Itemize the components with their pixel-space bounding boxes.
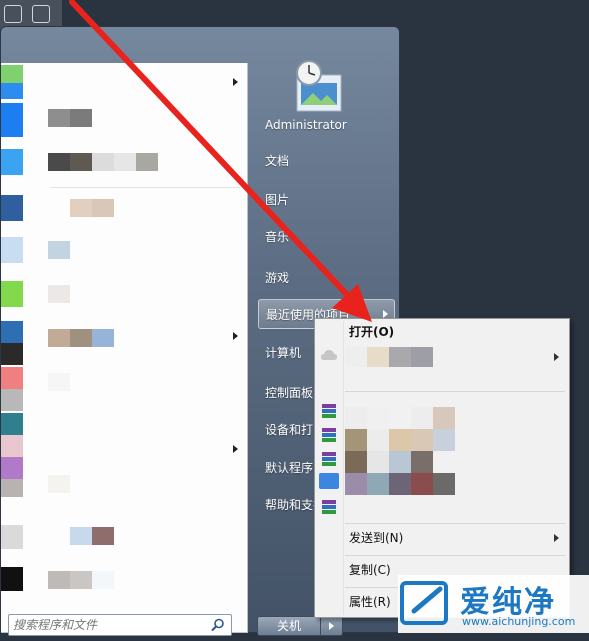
submenu-arrow-icon <box>233 332 238 340</box>
open-menu-item[interactable]: 打开(O) <box>349 321 394 343</box>
submenu-arrow-icon <box>383 310 388 318</box>
search-icon[interactable] <box>211 618 225 632</box>
watermark-url: www.aichunjing.com <box>462 615 576 628</box>
program-item[interactable] <box>1 65 248 99</box>
program-item[interactable] <box>1 191 248 225</box>
search-input[interactable] <box>13 616 203 634</box>
program-item[interactable] <box>1 321 248 365</box>
watermark-logo-icon <box>400 581 448 625</box>
winrar-archive-icon <box>322 452 336 466</box>
copy-menu-item[interactable]: 复制(C) <box>349 559 391 581</box>
program-item[interactable] <box>1 413 248 457</box>
shutdown-button[interactable]: 关机 <box>257 616 321 636</box>
chevron-right-icon <box>329 622 334 630</box>
submenu-arrow-icon <box>233 445 238 453</box>
recent-items-menu: 打开(O) 发送到(N) 复制(C) 属性(R) <box>314 318 570 618</box>
submenu-arrow-icon <box>554 353 559 361</box>
winrar-archive-icon <box>322 404 336 418</box>
programs-pane <box>1 63 248 633</box>
send-to-menu-item[interactable]: 发送到(N) <box>349 527 403 549</box>
music-link[interactable]: 音乐 <box>258 222 395 252</box>
program-item[interactable] <box>1 521 248 555</box>
program-item[interactable] <box>1 277 248 311</box>
program-item[interactable] <box>1 233 248 267</box>
winrar-archive-icon <box>322 500 336 514</box>
submenu-arrow-icon <box>554 534 559 542</box>
submenu-arrow-icon <box>233 78 238 86</box>
games-link[interactable]: 游戏 <box>258 263 395 293</box>
program-item[interactable] <box>1 145 248 179</box>
user-name-link[interactable]: Administrator <box>258 110 395 140</box>
folder-icon <box>319 473 339 489</box>
winrar-archive-icon <box>322 428 336 442</box>
refresh-icon[interactable] <box>4 5 22 23</box>
program-item[interactable] <box>1 365 248 411</box>
properties-menu-item[interactable]: 属性(R) <box>349 591 391 613</box>
shutdown-options-button[interactable] <box>321 616 343 636</box>
program-item[interactable] <box>1 103 248 137</box>
watermark: 爱纯净 www.aichunjing.com <box>398 575 589 633</box>
documents-link[interactable]: 文档 <box>258 146 395 176</box>
program-item[interactable] <box>1 457 248 497</box>
pictures-link[interactable]: 图片 <box>258 185 395 215</box>
window-icon[interactable] <box>32 5 50 23</box>
program-item[interactable] <box>1 563 248 597</box>
skydrive-icon <box>321 350 337 360</box>
